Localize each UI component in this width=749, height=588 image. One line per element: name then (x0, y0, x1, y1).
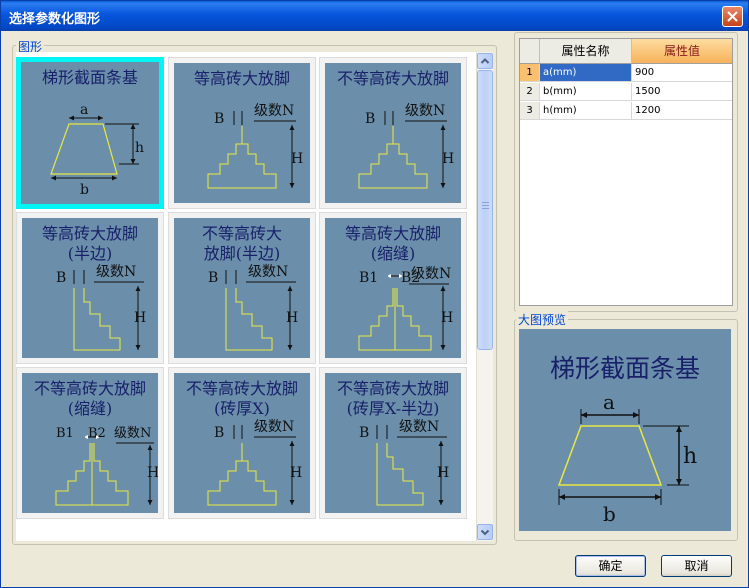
shape-tile[interactable]: 不等高砖大放脚 (缩缝) B1 B2 级数N H (16, 367, 164, 519)
preview-image: 梯形截面条基 a b h (519, 329, 731, 531)
property-name-cell[interactable]: h(mm) (540, 102, 632, 120)
shape-tile[interactable]: 不等高砖大放脚 (砖厚X) B 级数N H (168, 367, 316, 519)
shape-thumbnail: 不等高砖大放脚 (砖厚X-半边) B 级数N H (325, 373, 461, 513)
svg-text:级数N: 级数N (96, 264, 136, 280)
preview-figure: a b h (557, 390, 697, 526)
shape-tile[interactable]: 梯形截面条基 a b h (16, 57, 164, 209)
svg-text:H: H (290, 465, 302, 481)
shape-tile[interactable]: 不等高砖大放脚 B 级数N H (319, 57, 467, 209)
row-number: 2 (520, 83, 540, 101)
table-row[interactable]: 3 h(mm) 1200 (520, 102, 732, 120)
preview-label-b: b (603, 502, 616, 526)
svg-text:级数N: 级数N (405, 103, 445, 119)
scroll-up-button[interactable] (477, 53, 493, 69)
shape-thumbnail: 等高砖大放脚 B 级数N H (174, 63, 310, 203)
corner-header (520, 39, 540, 64)
scroll-down-button[interactable] (477, 524, 493, 540)
svg-text:B: B (359, 425, 369, 441)
svg-text:级数N: 级数N (254, 103, 294, 119)
shape-figure: B 级数N H (207, 419, 302, 506)
chevron-up-icon (480, 58, 490, 64)
chevron-down-icon (480, 529, 490, 536)
shape-tile[interactable]: 等高砖大放脚 (缩缝) B1 B2 级数N H (319, 212, 467, 364)
preview-group-label: 大图预览 (516, 311, 569, 328)
shape-tile[interactable]: 等高砖大放脚 (半边) B 级数N H (16, 212, 164, 364)
svg-text:B: B (214, 111, 224, 127)
tile-label-b: b (80, 182, 89, 198)
shape-gallery: 梯形截面条基 a b h 等高砖大放脚 B 级数N H 不等高砖大放脚 B 级数… (16, 52, 476, 541)
gallery-scrollbar[interactable] (476, 52, 493, 541)
svg-text:B: B (214, 425, 224, 441)
close-icon (727, 11, 738, 22)
shape-figure: B 级数N H (56, 264, 146, 351)
svg-text:H: H (442, 151, 454, 167)
svg-text:B1: B1 (56, 426, 74, 441)
svg-text:B2: B2 (88, 426, 106, 441)
shape-tile[interactable]: 等高砖大放脚 B 级数N H (168, 57, 316, 209)
svg-text:H: H (291, 151, 303, 167)
svg-text:H: H (147, 465, 158, 481)
preview-label-a: a (603, 390, 615, 414)
shape-tile[interactable]: 不等高砖大 放脚(半边) B 级数N H (168, 212, 316, 364)
svg-text:级数N: 级数N (399, 419, 439, 435)
table-row[interactable]: 2 b(mm) 1500 (520, 83, 732, 101)
name-column-header[interactable]: 属性名称 (540, 39, 632, 64)
value-column-header[interactable]: 属性值 (632, 39, 732, 64)
scroll-thumb[interactable] (477, 70, 493, 350)
svg-text:H: H (134, 310, 146, 326)
window-title: 选择参数化图形 (9, 12, 101, 27)
shape-thumbnail: 不等高砖大放脚 B 级数N H (325, 63, 461, 203)
shape-thumbnail: 不等高砖大放脚 (砖厚X) B 级数N H (174, 373, 310, 513)
svg-text:级数N: 级数N (114, 426, 151, 441)
svg-text:B: B (56, 270, 66, 286)
row-number: 1 (520, 64, 540, 82)
property-name-cell[interactable]: a(mm) (540, 64, 632, 82)
property-value-cell[interactable]: 900 (632, 64, 732, 82)
shape-tile[interactable]: 不等高砖大放脚 (砖厚X-半边) B 级数N H (319, 367, 467, 519)
svg-text:H: H (437, 465, 449, 481)
table-row[interactable]: 1 a(mm) 900 (520, 64, 732, 82)
svg-text:B1: B1 (359, 270, 378, 286)
dialog-window: 选择参数化图形 图形 梯形截面条基 a b h 等高砖大放脚 B 级数N H 不… (0, 0, 749, 588)
row-number: 3 (520, 102, 540, 120)
shape-figure: B 级数N H (208, 264, 298, 351)
preview-label-h: h (683, 444, 697, 469)
property-value-cell[interactable]: 1200 (632, 102, 732, 120)
svg-text:级数N: 级数N (254, 419, 294, 435)
shape-figure: B1 B2 级数N H (358, 266, 453, 351)
tile-label-h: h (135, 140, 144, 156)
svg-text:H: H (286, 310, 298, 326)
property-name-cell[interactable]: b(mm) (540, 83, 632, 101)
svg-text:H: H (441, 310, 453, 326)
shape-figure: B 级数N H (207, 103, 303, 189)
ok-button[interactable]: 确定 (575, 555, 646, 577)
shape-thumbnail: 等高砖大放脚 (半边) B 级数N H (22, 218, 158, 358)
shape-figure: B 级数N H (359, 419, 449, 506)
shape-thumbnail: 等高砖大放脚 (缩缝) B1 B2 级数N H (325, 218, 461, 358)
svg-text:B: B (208, 270, 218, 286)
property-value-cell[interactable]: 1500 (632, 83, 732, 101)
svg-text:级数N: 级数N (411, 266, 451, 282)
shape-thumbnail: 梯形截面条基 a b h (21, 62, 159, 204)
shape-thumbnail: 不等高砖大放脚 (缩缝) B1 B2 级数N H (22, 373, 158, 513)
shape-thumbnail: 不等高砖大 放脚(半边) B 级数N H (174, 218, 310, 358)
title-bar[interactable]: 选择参数化图形 (1, 1, 748, 31)
shape-figure: B1 B2 级数N H (55, 426, 158, 506)
svg-text:B: B (365, 111, 375, 127)
close-button[interactable] (722, 6, 743, 27)
shape-figure: a b h (50, 102, 144, 198)
properties-table: 属性名称 属性值 1 a(mm) 900 2 b(mm) 1500 3 h(mm) 1200 (519, 38, 733, 306)
tile-label-a: a (80, 102, 88, 118)
shape-figure: B 级数N H (358, 103, 454, 189)
cancel-button[interactable]: 取消 (661, 555, 732, 577)
svg-text:级数N: 级数N (248, 264, 288, 280)
